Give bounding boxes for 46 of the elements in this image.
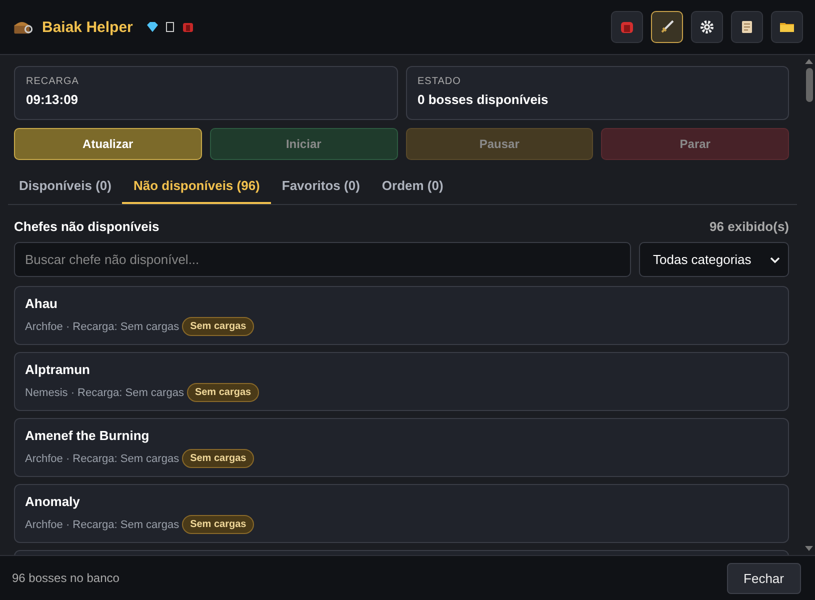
close-button[interactable]: Fechar xyxy=(726,562,801,594)
category-dropdown[interactable]: Todas categorias xyxy=(639,242,789,277)
boss-meta: Nemesis · Recarga: Sem cargas xyxy=(25,386,184,398)
boss-meta: Archfoe · Recarga: Sem cargas xyxy=(25,518,180,530)
toolbar-button[interactable] xyxy=(771,11,803,43)
backpack-icon xyxy=(619,19,635,35)
boss-name: Alptramun xyxy=(25,362,91,377)
shown-count: 96 exibido(s) xyxy=(710,219,789,234)
scroll-up-icon[interactable] xyxy=(805,59,813,65)
scrollbar-thumb[interactable] xyxy=(806,68,812,102)
toolbar-button[interactable] xyxy=(731,11,763,43)
boss-name: Amenef the Burning xyxy=(25,428,150,443)
boss-name: Anomaly xyxy=(25,494,81,509)
search-field[interactable]: Buscar chefe não disponível... xyxy=(14,242,631,277)
chevron-down-icon xyxy=(770,256,780,264)
toolbar-button[interactable] xyxy=(691,11,723,43)
tab[interactable]: Não disponíveis (96) xyxy=(122,168,271,204)
square-icon xyxy=(166,22,174,32)
stat-label: RECARGA xyxy=(26,76,80,87)
backpack-icon xyxy=(182,21,194,33)
status-badge: Sem cargas xyxy=(182,515,254,534)
boss-card[interactable]: Alptramun Nemesis · Recarga: Sem cargas Sem cargas xyxy=(14,352,789,411)
stat-value: 09:13:09 xyxy=(26,92,80,107)
settings-icon xyxy=(699,19,715,35)
section-title: Chefes não disponíveis xyxy=(14,219,160,234)
refresh-button[interactable]: Atualizar xyxy=(14,128,202,160)
status-badge: Sem cargas xyxy=(186,383,260,402)
app-title: Baiak Helper xyxy=(42,18,133,36)
stat-label: ESTADO xyxy=(418,76,462,87)
tab[interactable]: Favoritos (0) xyxy=(270,168,371,204)
tab[interactable]: Ordem (0) xyxy=(370,168,454,204)
tab[interactable]: Disponíveis (0) xyxy=(8,168,122,204)
boss-card[interactable]: Ahau Archfoe · Recarga: Sem cargas Sem cargas xyxy=(14,286,789,345)
scroll-icon xyxy=(739,19,755,35)
boss-name: Ahau xyxy=(25,296,58,311)
boss-card[interactable]: Amenef the Burning Archfoe · Recarga: Sem cargas Sem cargas xyxy=(14,418,789,477)
scroll-down-icon[interactable] xyxy=(805,545,813,551)
status-badge: Sem cargas xyxy=(182,317,254,336)
stat-value: 0 bosses disponíveis xyxy=(418,92,550,107)
footer-text: 96 bosses no banco xyxy=(12,571,120,585)
sword-icon xyxy=(659,19,675,35)
boss-meta: Archfoe · Recarga: Sem cargas xyxy=(25,320,180,332)
boss-card[interactable]: Anomaly Archfoe · Recarga: Sem cargas Sem cargas xyxy=(14,484,789,543)
status-badge: Sem cargas xyxy=(182,449,254,468)
gem-icon xyxy=(146,22,158,32)
boss-meta: Archfoe · Recarga: Sem cargas xyxy=(25,452,180,464)
